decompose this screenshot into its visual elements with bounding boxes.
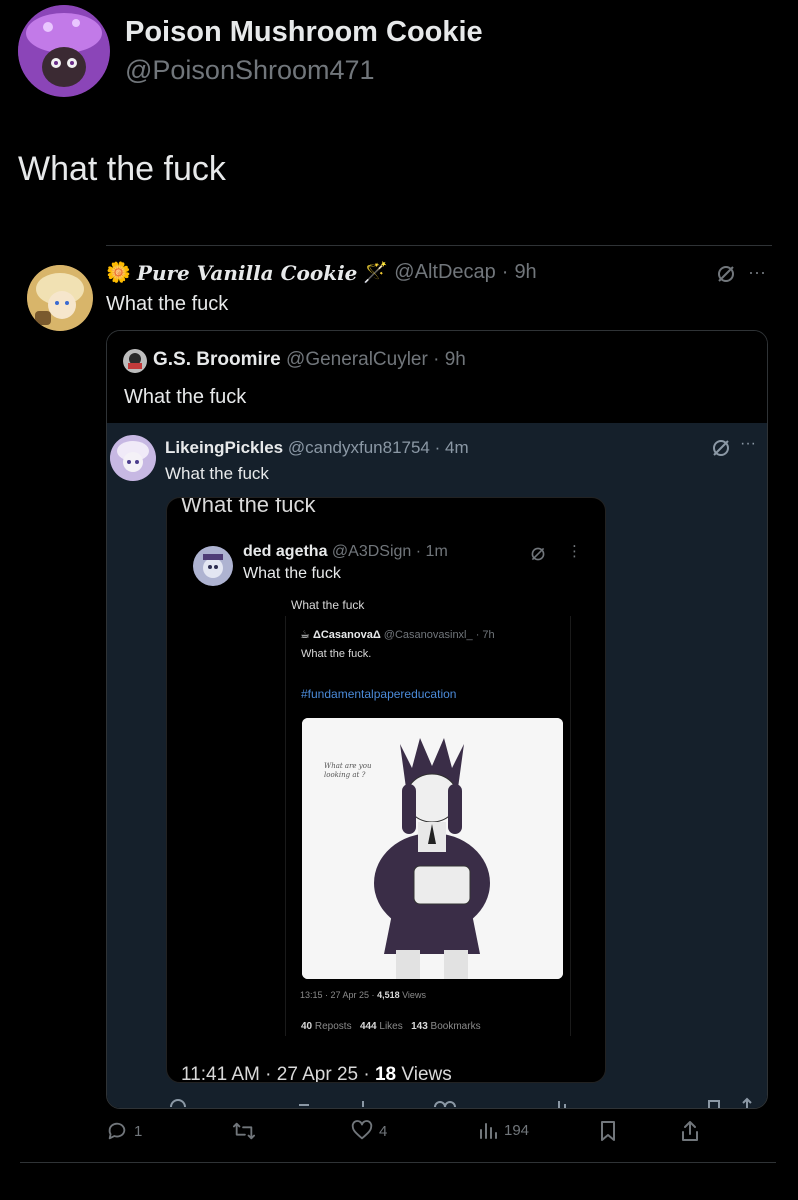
like-button[interactable]: 4 xyxy=(351,1120,387,1142)
quote-gs-section: G.S. Broomire @GeneralCuyler · 9h What t… xyxy=(107,331,767,423)
cup-emoji-icon: ☕ xyxy=(300,629,310,641)
post-stats: 40 Reposts 444 Likes 143 Bookmarks xyxy=(301,1021,481,1032)
handle[interactable]: @candyxfun81754 xyxy=(288,438,430,457)
handle[interactable]: @GeneralCuyler xyxy=(286,349,428,370)
views-button[interactable]: 194 xyxy=(478,1120,529,1140)
timestamp[interactable]: 9h xyxy=(445,349,466,370)
timestamp[interactable]: 4m xyxy=(445,438,469,457)
quote-header: 🌼 Pure Vanilla Cookie 🪄 @AltDecap · 9h xyxy=(106,260,537,285)
like-icon xyxy=(351,1120,373,1142)
bookmark-button[interactable] xyxy=(598,1120,618,1142)
more-icon[interactable]: ··· xyxy=(748,262,766,283)
display-name[interactable]: G.S. Broomire xyxy=(153,349,281,370)
screenshot-cut-text: What the fuck xyxy=(181,497,316,517)
avatar[interactable] xyxy=(27,265,93,331)
screenshot-post: LikeingPickles @candyxfun81754 · 4m What… xyxy=(107,423,767,1108)
hashtag-link: #fundamentalpapereducation xyxy=(301,687,457,701)
post-text: What the fuck xyxy=(18,150,226,188)
quote-header: ☕ ΔCasanovaΔ @Casanovasinxl_ · 7h xyxy=(300,628,495,641)
separator-dot: · xyxy=(434,438,441,457)
divider xyxy=(20,1162,776,1163)
art-caption: What are you looking at ? xyxy=(324,762,372,779)
attached-screenshot[interactable]: What the fuck ded agetha @A3DSign · 1m W… xyxy=(166,497,606,1083)
like-count: 4 xyxy=(379,1122,388,1140)
cut-off-action-bar xyxy=(167,1095,767,1108)
post-text: What the fuck. xyxy=(301,648,372,660)
post-text: What the fuck xyxy=(106,293,229,315)
repost-button[interactable] xyxy=(232,1120,262,1142)
handle[interactable]: @AltDecap xyxy=(394,261,495,284)
reply-count: 1 xyxy=(134,1122,143,1140)
quote-card[interactable]: G.S. Broomire @GeneralCuyler · 9h What t… xyxy=(106,330,768,1109)
handle: @A3DSign xyxy=(331,543,412,560)
post-text: What the fuck xyxy=(165,464,269,483)
grok-icon xyxy=(530,546,546,562)
divider xyxy=(106,245,772,246)
quote-header: ded agetha @A3DSign · 1m xyxy=(243,543,448,561)
grok-icon[interactable] xyxy=(711,438,731,458)
separator-dot: · xyxy=(501,261,509,283)
more-icon[interactable]: ··· xyxy=(740,435,756,453)
share-button[interactable] xyxy=(680,1120,700,1142)
timestamp[interactable]: 9h xyxy=(514,261,536,284)
display-name: ded agetha xyxy=(243,543,328,560)
post-text: What the fuck xyxy=(243,565,341,582)
avatar[interactable] xyxy=(18,5,110,97)
bookmark-icon xyxy=(598,1120,618,1142)
display-name[interactable]: Poison Mushroom Cookie xyxy=(125,16,483,49)
separator-dot: · xyxy=(415,543,422,560)
nested-post-text: What the fuck xyxy=(291,598,365,612)
reply-icon xyxy=(106,1120,128,1142)
share-icon xyxy=(680,1120,700,1142)
timestamp: 1m xyxy=(425,543,448,560)
nested-post: ☕ ΔCasanovaΔ @Casanovasinxl_ · 7h What t… xyxy=(285,616,571,1036)
handle[interactable]: @PoisonShroom471 xyxy=(125,55,375,86)
timestamp: 7h xyxy=(482,629,495,641)
handle: @Casanovasinxl_ xyxy=(383,629,473,641)
display-name[interactable]: LikeingPickles xyxy=(165,438,283,457)
quote-header: LikeingPickles @candyxfun81754 · 4m xyxy=(165,438,469,458)
post-meta: 13:15 · 27 Apr 25 · 4,518 Views xyxy=(300,990,426,1000)
screenshot-footer: 11:41 AM · 27 Apr 25 · 18 Views xyxy=(181,1064,452,1083)
display-name[interactable]: Pure Vanilla Cookie xyxy=(137,261,357,285)
separator-dot: · xyxy=(433,349,440,370)
views-count: 194 xyxy=(504,1121,530,1139)
display-name: ΔCasanovaΔ xyxy=(312,629,381,641)
wand-emoji-icon: 🪄 xyxy=(363,262,389,284)
avatar xyxy=(193,546,233,586)
views-icon xyxy=(478,1120,498,1140)
artwork-image: What are you looking at ? xyxy=(302,718,563,979)
post-text: What the fuck xyxy=(124,386,247,408)
quote-header: G.S. Broomire @GeneralCuyler · 9h xyxy=(153,349,466,371)
more-icon: ⋮ xyxy=(567,543,582,560)
flower-emoji-icon: 🌼 xyxy=(106,262,131,284)
repost-icon xyxy=(232,1120,256,1142)
separator-dot: · xyxy=(475,629,480,641)
reply-button[interactable]: 1 xyxy=(106,1120,142,1142)
avatar[interactable] xyxy=(123,349,147,373)
grok-icon[interactable] xyxy=(716,264,736,284)
avatar[interactable] xyxy=(110,435,156,481)
